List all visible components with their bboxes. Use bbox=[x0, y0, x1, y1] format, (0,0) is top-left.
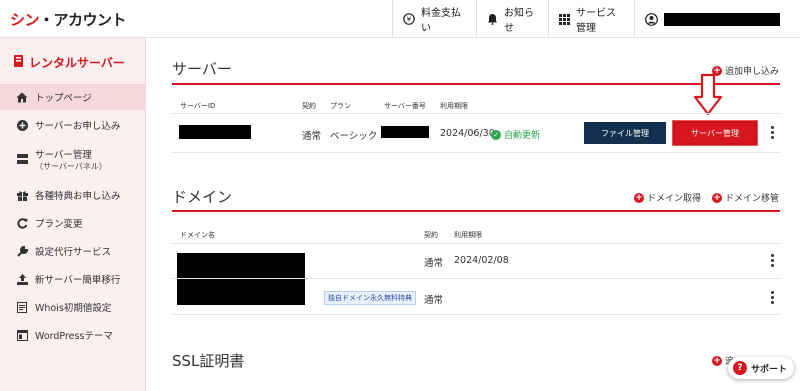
auto-renew-status: ✓ 自動更新 bbox=[491, 128, 540, 141]
sidebar-item-label: サーバー管理 bbox=[35, 149, 92, 161]
grid-icon bbox=[559, 13, 570, 25]
redacted-domain-names bbox=[177, 253, 305, 305]
user-icon bbox=[645, 12, 658, 26]
top-header: シン・アカウント ¥ 料金支払い お知らせ サービス管理 bbox=[0, 0, 800, 38]
sidebar-item-server-management[interactable]: サーバー管理 （サーバーパネル） bbox=[0, 142, 146, 176]
file-manager-button[interactable]: ファイル管理 bbox=[584, 122, 666, 144]
col-expiry: 利用期限 bbox=[440, 102, 468, 110]
app-logo[interactable]: シン・アカウント bbox=[10, 9, 127, 30]
ssl-section-title: SSL証明書 bbox=[172, 352, 245, 370]
redacted-server-id bbox=[179, 125, 251, 139]
sidebar-item-label: 新サーバー簡単移行 bbox=[35, 275, 121, 286]
table-header-divider bbox=[172, 243, 780, 244]
domain-section-title: ドメイン bbox=[172, 188, 233, 206]
document-icon bbox=[16, 301, 28, 313]
server-plan: ベーシック bbox=[330, 131, 378, 142]
sidebar-item-label: プラン変更 bbox=[35, 219, 83, 230]
col-plan: プラン bbox=[330, 102, 351, 110]
user-menu[interactable] bbox=[634, 0, 800, 38]
domain-contract: 通常 bbox=[424, 295, 444, 306]
sidebar-title-label: レンタルサーバー bbox=[29, 56, 125, 70]
gift-icon bbox=[16, 190, 28, 201]
add-server-label: 追加申し込み bbox=[725, 67, 780, 77]
plus-circle-icon: + bbox=[634, 192, 644, 203]
payment-nav[interactable]: ¥ 料金支払い bbox=[392, 0, 476, 38]
support-button[interactable]: ? サポート bbox=[728, 357, 794, 379]
transfer-domain-label: ドメイン移管 bbox=[725, 194, 780, 204]
upload-icon bbox=[16, 273, 28, 285]
sidebar: レンタルサーバー トップページ サーバーお申し込み サーバー管理 （サーバーパネ… bbox=[0, 38, 146, 391]
sidebar-item-setup-service[interactable]: 設定代行サービス bbox=[0, 240, 146, 262]
sidebar-item-top[interactable]: トップページ bbox=[0, 84, 146, 110]
plus-circle-icon bbox=[16, 119, 28, 131]
sidebar-item-sublabel: （サーバーパネル） bbox=[35, 161, 107, 171]
service-management-nav[interactable]: サービス管理 bbox=[548, 0, 634, 38]
sidebar-item-label: サーバーお申し込み bbox=[35, 121, 121, 132]
col-domain-contract: 契約 bbox=[424, 231, 438, 239]
sidebar-item-plan-change[interactable]: プラン変更 bbox=[0, 212, 146, 234]
payment-label: 料金支払い bbox=[421, 8, 461, 34]
col-domain-name: ドメイン名 bbox=[180, 231, 215, 239]
row-divider bbox=[172, 314, 780, 315]
sidebar-title: レンタルサーバー bbox=[14, 54, 125, 71]
sidebar-item-wordpress-theme[interactable]: WordPressテーマ bbox=[0, 324, 146, 346]
server-section-title: サーバー bbox=[172, 60, 232, 78]
server-more-menu-icon[interactable] bbox=[769, 126, 775, 141]
sidebar-item-label: WordPressテーマ bbox=[35, 331, 113, 342]
row-divider bbox=[172, 278, 780, 279]
transfer-domain-link[interactable]: + ドメイン移管 bbox=[712, 191, 779, 204]
domain-more-menu-icon[interactable] bbox=[769, 291, 775, 306]
col-server-id: サーバーID bbox=[180, 102, 216, 110]
arrow-down-icon bbox=[693, 73, 723, 116]
domain-more-menu-icon[interactable] bbox=[769, 254, 775, 269]
col-contract: 契約 bbox=[302, 102, 316, 110]
sidebar-item-server-order[interactable]: サーバーお申し込み bbox=[0, 114, 146, 136]
server-expiry: 2024/06/30 bbox=[440, 128, 495, 139]
layout-icon bbox=[16, 329, 28, 341]
redacted-username bbox=[664, 12, 780, 26]
col-server-number: サーバー番号 bbox=[384, 102, 426, 110]
acquire-domain-link[interactable]: + ドメイン取得 bbox=[634, 191, 701, 204]
server-section-divider bbox=[172, 83, 780, 85]
server-contract: 通常 bbox=[302, 131, 322, 142]
sidebar-item-label: 設定代行サービス bbox=[35, 247, 112, 258]
sidebar-item-label: Whois初期値設定 bbox=[35, 303, 112, 314]
domain-expiry: 2024/02/08 bbox=[454, 255, 509, 266]
sidebar-item-migration[interactable]: 新サーバー簡単移行 bbox=[0, 268, 146, 290]
bell-icon bbox=[487, 13, 498, 25]
news-nav[interactable]: お知らせ bbox=[476, 0, 548, 38]
server-stack-icon bbox=[16, 154, 28, 164]
plus-circle-icon: + bbox=[712, 192, 722, 203]
server-icon bbox=[14, 55, 23, 70]
refresh-icon bbox=[16, 217, 28, 229]
question-icon: ? bbox=[733, 361, 747, 375]
plus-circle-icon: + bbox=[712, 355, 722, 366]
domain-section-divider bbox=[172, 210, 780, 212]
service-management-label: サービス管理 bbox=[576, 8, 616, 34]
acquire-domain-label: ドメイン取得 bbox=[647, 194, 702, 204]
logo-text-red: シン bbox=[10, 11, 40, 29]
check-circle-icon: ✓ bbox=[491, 129, 501, 140]
domain-contract: 通常 bbox=[424, 258, 444, 269]
home-icon bbox=[16, 92, 28, 103]
support-label: サポート bbox=[751, 364, 788, 375]
table-header-divider bbox=[172, 113, 780, 114]
sidebar-item-benefits[interactable]: 各種特典お申し込み bbox=[0, 184, 146, 206]
wrench-icon bbox=[16, 245, 28, 257]
sidebar-item-label: 各種特典お申し込み bbox=[35, 191, 121, 202]
yen-icon: ¥ bbox=[403, 13, 415, 25]
redacted-server-number bbox=[381, 126, 429, 138]
server-management-button[interactable]: サーバー管理 bbox=[672, 120, 758, 146]
sidebar-item-text: サーバー管理 （サーバーパネル） bbox=[35, 147, 107, 172]
col-domain-expiry: 利用期限 bbox=[454, 231, 482, 239]
free-domain-badge: 独自ドメイン永久無料特典 bbox=[324, 291, 416, 305]
svg-text:¥: ¥ bbox=[407, 16, 412, 24]
logo-text-dark: ・アカウント bbox=[39, 11, 127, 29]
sidebar-item-label: トップページ bbox=[35, 93, 92, 104]
news-label: お知らせ bbox=[504, 8, 534, 34]
auto-renew-label: 自動更新 bbox=[504, 131, 541, 141]
sidebar-item-whois[interactable]: Whois初期値設定 bbox=[0, 296, 146, 318]
row-divider bbox=[172, 152, 780, 153]
